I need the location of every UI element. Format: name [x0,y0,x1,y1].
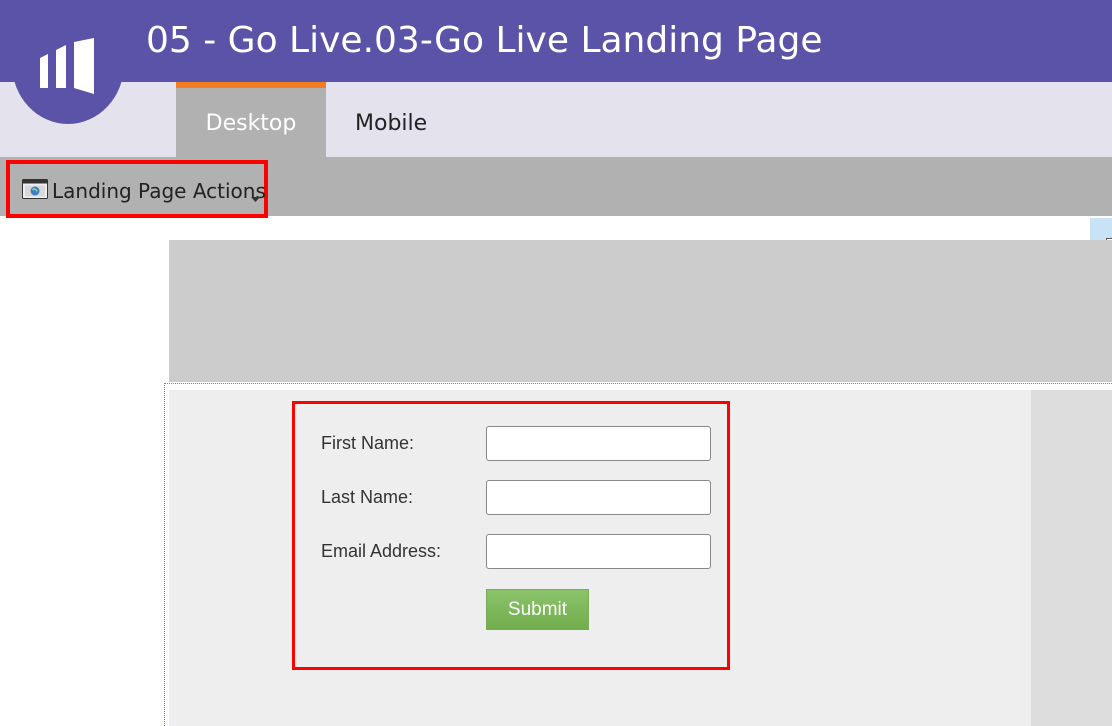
email-address-label: Email Address: [321,541,442,561]
toolbar: Landing Page Actions [0,157,1112,218]
last-name-field[interactable] [486,480,711,515]
view-tabs: Desktop Mobile [0,82,1112,157]
last-name-label: Last Name: [321,487,414,507]
landing-page-actions-label: Landing Page Actions [52,179,266,203]
tab-desktop[interactable]: Desktop [176,82,326,157]
tab-mobile[interactable]: Mobile [326,82,536,157]
page-canvas-header [169,240,1112,382]
first-name-label: First Name: [321,433,415,453]
section-boundary-line [164,383,1112,384]
page-title: 05 - Go Live.03-Go Live Landing Page [146,20,823,61]
email-address-field[interactable] [486,534,711,569]
caret-down-icon [251,188,260,207]
marketo-logo-icon[interactable] [12,4,124,124]
landing-page-actions-button[interactable]: Landing Page Actions [6,160,268,218]
signup-form[interactable]: First Name: Last Name: Email Address: Su… [292,401,730,670]
first-name-field[interactable] [486,426,711,461]
section-boundary-line-vertical [164,383,165,726]
landing-page-icon [22,179,48,203]
submit-button[interactable]: Submit [486,589,589,630]
page-right-column [1031,390,1112,726]
